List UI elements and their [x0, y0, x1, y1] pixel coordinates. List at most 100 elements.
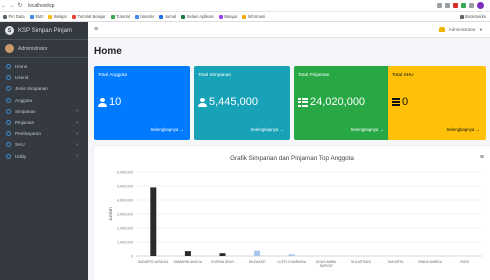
circle-icon [6, 120, 11, 126]
card-value: 24,020,000 [298, 96, 365, 108]
chart-panel: Grafik Simpanan dan Pinjaman Top Anggota… [94, 146, 490, 280]
table-icon [298, 97, 308, 107]
sidebar-item-pembayaran[interactable]: Pembayaran ‹ [0, 128, 88, 139]
back-icon[interactable]: ← [0, 3, 8, 9]
circle-icon [6, 153, 11, 159]
bookmark[interactable]: Belajar [48, 14, 67, 19]
sidebar-item-pinjaman[interactable]: Pinjaman ‹ [0, 117, 88, 128]
bookmarks-folder[interactable]: Bookmarks [459, 14, 490, 19]
y-tick-label: 3,000,000 [117, 213, 133, 217]
bookmark[interactable]: Selain Aplikasi [181, 14, 214, 19]
sidebar-item-utility[interactable]: Utility ‹ [0, 151, 88, 162]
card-title: Total Simpanan [198, 73, 232, 78]
brand-link[interactable]: S KSP Simpan Pinjam [0, 22, 88, 40]
top-navbar: ≡ Administrator ▾ [88, 22, 490, 38]
bookmark[interactable]: blender [134, 14, 154, 19]
y-axis-label: Jumlah [108, 207, 113, 221]
chevron-left-icon: ‹ [76, 130, 78, 137]
bar-chart: 0 1,000,000 2,000,000 3,000,000 4,000,000 5,0… [108, 171, 482, 268]
bar [184, 251, 191, 256]
user-icon [198, 97, 207, 107]
card-title: Total Pinjaman [298, 73, 330, 78]
bookmark[interactable]: Informasi [242, 14, 265, 19]
list-icon [392, 98, 400, 106]
address-bar[interactable]: localhost/sp [28, 3, 54, 9]
circle-icon [6, 108, 11, 114]
y-tick-label: 2,000,000 [117, 227, 133, 231]
user-menu[interactable]: Administrator ▾ [438, 26, 490, 33]
card-more-link[interactable]: Selengkapnya → [447, 127, 480, 132]
user-panel[interactable]: Administrator [0, 40, 88, 58]
card-value: 5,445,000 [198, 96, 258, 108]
y-tick-label: 6,000,000 [117, 171, 133, 175]
user-name: Administrator [18, 45, 48, 52]
card-value: 10 [98, 96, 121, 108]
star-icon[interactable] [445, 3, 450, 8]
y-tick-label: 1,000,000 [117, 241, 133, 245]
page-title: Home [94, 46, 122, 57]
circle-icon [6, 131, 11, 137]
bookmark[interactable]: Belajar [218, 14, 237, 19]
bookmark[interactable]: Tutorial [110, 14, 130, 19]
extension-icon[interactable] [461, 3, 466, 8]
bar [150, 187, 157, 256]
bookmark[interactable]: SMJ [29, 14, 43, 19]
sidebar-item-home[interactable]: Home [0, 61, 88, 72]
circle-icon [6, 75, 11, 81]
bookmark[interactable]: Jurnal [159, 14, 176, 19]
circle-icon [6, 86, 11, 92]
y-tick-label: 5,000,000 [117, 185, 133, 189]
puzzle-icon[interactable] [469, 3, 474, 8]
user-icon [438, 27, 445, 32]
x-tick-label: SUMARNI ANGGA [174, 260, 203, 264]
admin-label: Administrator [448, 27, 476, 32]
forward-icon[interactable]: → [8, 3, 16, 9]
browser-toolbar: ← → ↻ localhost/sp [0, 0, 490, 12]
x-tick-label: SULASTIANI [351, 260, 371, 264]
profile-avatar[interactable] [477, 2, 484, 9]
card-total-pinjaman: Total Pinjaman 24,020,000 Selengkapnya → [294, 66, 390, 140]
menu-toggle-icon[interactable]: ≡ [94, 26, 98, 33]
sidebar-menu: Home Userid Jenis Simpanan Anggota Simpa… [0, 58, 88, 162]
logo-icon: S [5, 26, 14, 35]
sidebar-item-shu[interactable]: SHU ‹ [0, 139, 88, 150]
users-icon [98, 97, 107, 107]
sidebar: S KSP Simpan Pinjam Administrator Home U… [0, 22, 88, 280]
x-tick-label: KURNIA DEWI [211, 260, 233, 264]
x-tick-label: SUDARTO ARIAJUL [138, 260, 169, 264]
x-tick-label: RINDA WARDA [418, 260, 443, 264]
x-tick-label: HILDAYATI [249, 260, 266, 264]
sidebar-item-simpanan[interactable]: Simpanan ‹ [0, 106, 88, 117]
x-tick-label: SURYAT [320, 264, 333, 268]
y-tick-label: 0 [131, 255, 133, 259]
bar [219, 253, 226, 256]
card-more-link[interactable]: Selengkapnya → [351, 127, 384, 132]
sidebar-item-anggota[interactable]: Anggota [0, 95, 88, 106]
chevron-down-icon: ▾ [479, 26, 482, 32]
avatar [5, 44, 14, 53]
x-tick-label: RIZKI [460, 260, 469, 264]
bar [288, 254, 295, 256]
card-more-link[interactable]: Selengkapnya → [151, 127, 184, 132]
card-value: 0 [392, 96, 408, 108]
sidebar-item-userid[interactable]: Userid [0, 72, 88, 83]
card-more-link[interactable]: Selengkapnya → [251, 127, 284, 132]
extension-icon[interactable] [453, 3, 458, 8]
circle-icon [6, 64, 11, 70]
card-total-simpanan: Total Simpanan 5,445,000 Selengkapnya → [194, 66, 290, 140]
bar [254, 250, 261, 256]
bookmarks-bar: Pin Data SMJ Belajar Tutorial Belajar Tu… [0, 12, 490, 22]
sidebar-item-jenis-simpanan[interactable]: Jenis Simpanan [0, 83, 88, 94]
chevron-left-icon: ‹ [76, 141, 78, 148]
x-tick-label: LUTFI CHAIRIANA [277, 260, 307, 264]
circle-icon [6, 97, 11, 103]
x-tick-label: SUKARTA [388, 260, 404, 264]
card-title: Total Anggota [98, 73, 128, 78]
chevron-left-icon: ‹ [76, 153, 78, 160]
card-title: Total SHU [392, 73, 414, 78]
reload-icon[interactable]: ↻ [16, 2, 24, 9]
bookmark[interactable]: Tutorial Belajar [71, 14, 106, 19]
card-total-shu: Total SHU 0 Selengkapnya → [388, 66, 486, 140]
bookmark[interactable]: Pin Data [3, 14, 25, 19]
share-icon[interactable] [437, 3, 442, 8]
